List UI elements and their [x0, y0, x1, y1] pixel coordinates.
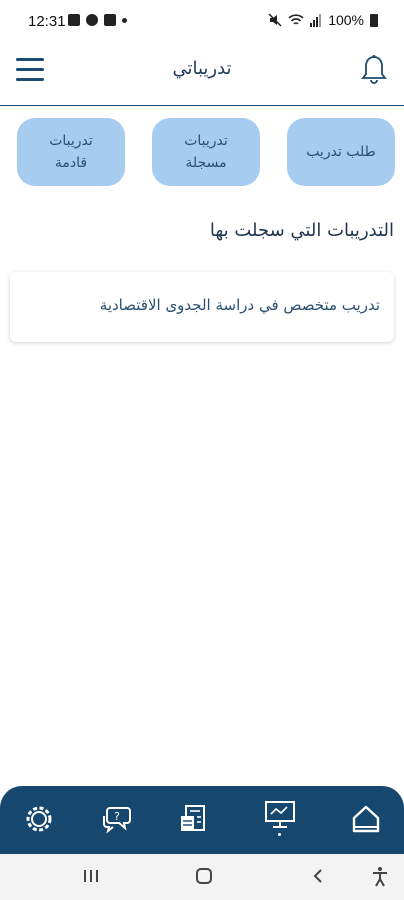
- monitor-icon[interactable]: [263, 798, 297, 832]
- bell-icon[interactable]: [360, 54, 388, 86]
- wifi-icon: [288, 14, 304, 25]
- status-right: 100%: [268, 12, 378, 28]
- tab-label: تدريبات: [49, 133, 93, 149]
- dot-icon: [122, 17, 127, 23]
- home-icon[interactable]: [349, 802, 383, 836]
- training-name: تدريب متخصص في دراسة الجدوى الاقتصادية: [99, 296, 380, 314]
- accessibility-icon[interactable]: [370, 866, 390, 888]
- gear-icon: [86, 14, 98, 26]
- battery-percent: 100%: [328, 12, 364, 28]
- app-bar: تدريباتي: [0, 34, 404, 106]
- home-button-icon[interactable]: [194, 866, 214, 886]
- tab-label: مسجلة: [185, 155, 227, 171]
- training-card[interactable]: تدريب متخصص في دراسة الجدوى الاقتصادية: [10, 272, 394, 342]
- system-nav-bar: [0, 854, 404, 900]
- mute-icon: [268, 13, 282, 27]
- chat-icon[interactable]: ?: [100, 802, 134, 836]
- report-icon[interactable]: [177, 802, 211, 836]
- battery-icon: [370, 13, 378, 27]
- settings-icon[interactable]: [22, 802, 56, 836]
- tab-request-training[interactable]: طلب تدريب: [287, 118, 395, 186]
- tab-label: طلب تدريب: [306, 144, 376, 160]
- signal-icon: [310, 13, 322, 27]
- svg-text:?: ?: [114, 810, 120, 823]
- bottom-nav: ?: [0, 786, 404, 854]
- app-icon: [104, 14, 116, 26]
- tab-registered-trainings[interactable]: تدريبات مسجلة: [152, 118, 260, 186]
- tab-label: قادمة: [54, 155, 88, 171]
- section-title: التدريبات التي سجلت بها: [209, 220, 394, 241]
- active-indicator: [278, 833, 281, 836]
- recent-apps-icon[interactable]: [82, 866, 100, 886]
- notification-icons: [68, 14, 127, 26]
- status-time: 12:31: [28, 13, 66, 30]
- tab-label: تدريبات: [184, 133, 228, 149]
- tab-upcoming-trainings[interactable]: تدريبات قادمة: [17, 118, 125, 186]
- back-icon[interactable]: [310, 866, 326, 886]
- page-title: تدريباتي: [172, 58, 232, 79]
- gallery-icon: [68, 14, 80, 26]
